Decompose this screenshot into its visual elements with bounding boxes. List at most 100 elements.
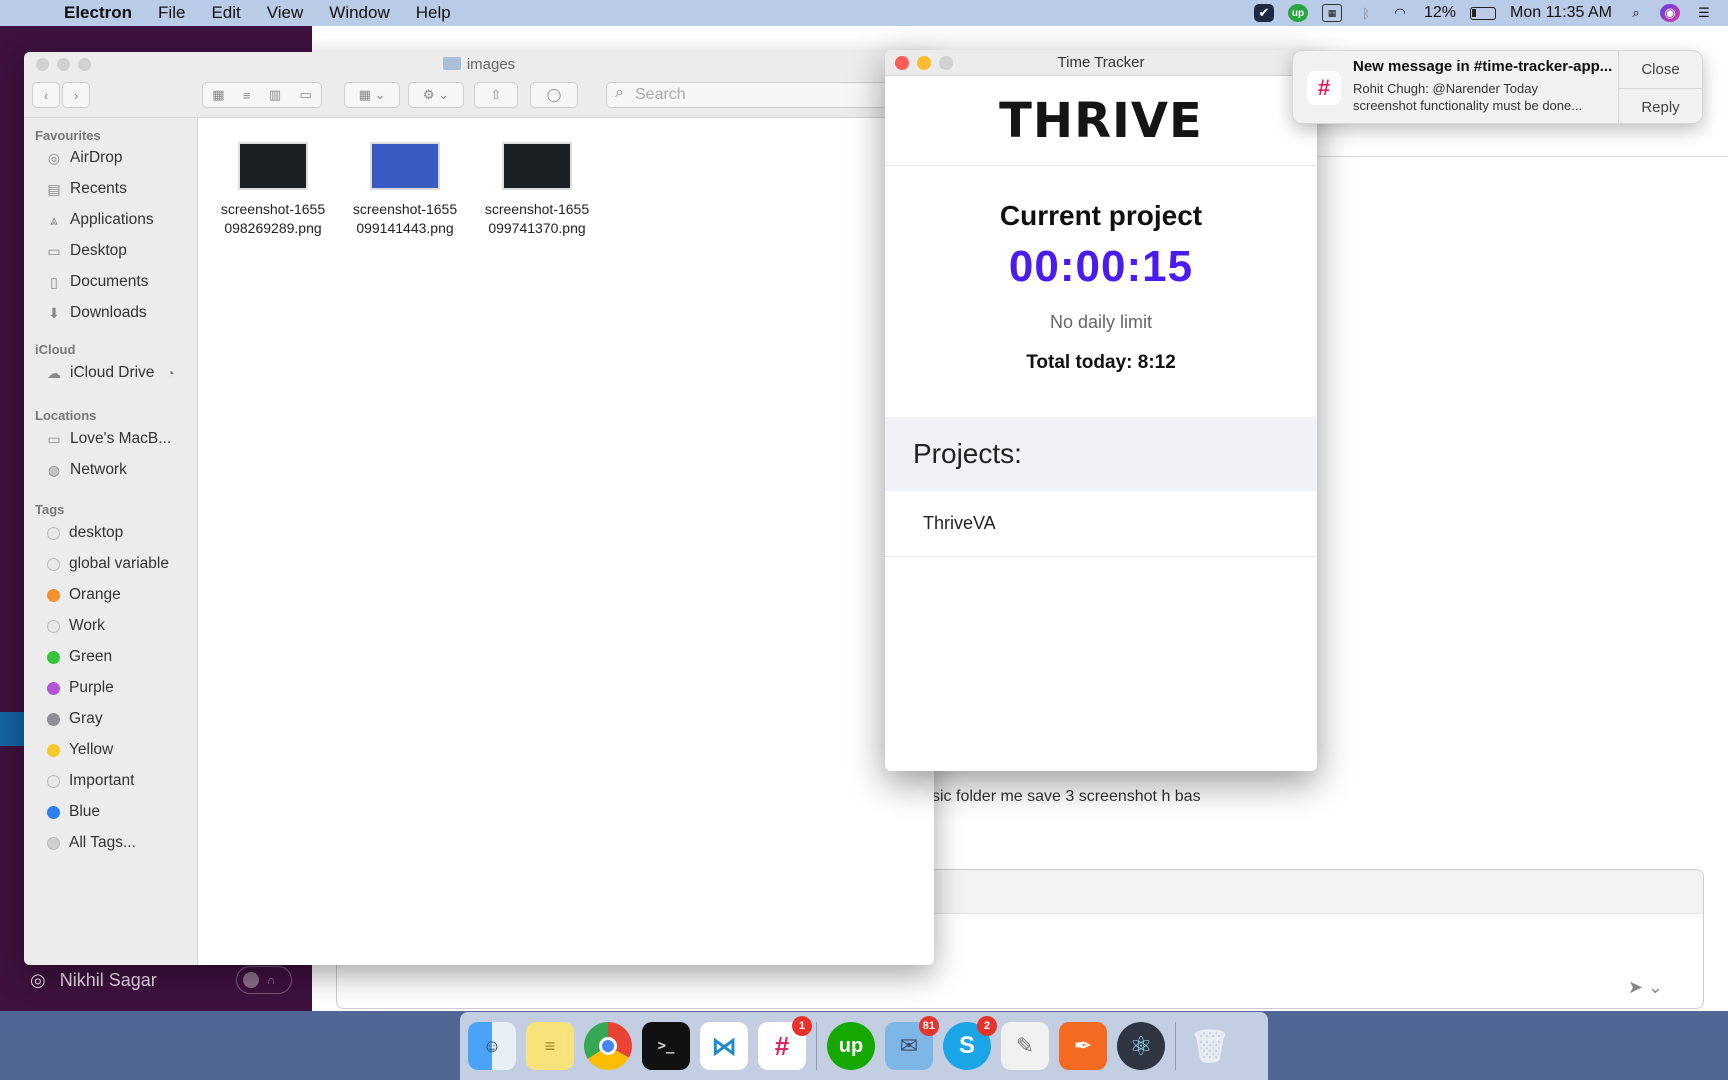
list-view-icon[interactable]: ≡ bbox=[243, 88, 251, 103]
forward-button[interactable]: › bbox=[62, 82, 90, 108]
trash-dock-icon[interactable]: 🗑 bbox=[1186, 1022, 1234, 1070]
notification-close-button[interactable]: Close bbox=[1619, 51, 1702, 88]
menu-file[interactable]: File bbox=[158, 3, 185, 23]
clock[interactable]: Mon 11:35 AM bbox=[1510, 4, 1612, 22]
sidebar-item-macbook[interactable]: ▭ Love's MacB... bbox=[44, 430, 171, 448]
sidebar-item-airdrop[interactable]: ◎ AirDrop bbox=[44, 149, 123, 167]
sidebar-tag-item[interactable]: desktop bbox=[44, 524, 123, 542]
chrome-dock-icon[interactable] bbox=[584, 1022, 632, 1070]
menu-window[interactable]: Window bbox=[329, 3, 389, 23]
sidebar-tag-item[interactable]: Purple bbox=[44, 679, 114, 697]
siri-icon[interactable]: ◉ bbox=[1660, 4, 1680, 22]
postman-dock-icon[interactable]: ✒ bbox=[1059, 1022, 1107, 1070]
sidebar-item-label: Love's MacB... bbox=[70, 430, 172, 447]
upwork-status-icon[interactable]: up bbox=[1287, 4, 1308, 22]
back-button[interactable]: ‹ bbox=[32, 82, 60, 108]
sync-progress-icon: ◔ bbox=[166, 365, 175, 381]
icon-view-icon[interactable]: ▦ bbox=[212, 87, 224, 103]
tag-color-icon bbox=[47, 619, 60, 633]
thrive-logo-text: THRIVE bbox=[999, 92, 1203, 149]
menu-app-name[interactable]: Electron bbox=[64, 3, 132, 23]
file-item[interactable]: screenshot-1655 098269289.png bbox=[208, 142, 338, 238]
slack-icon: # bbox=[1307, 71, 1341, 105]
finder-sidebar: Favourites ◎ AirDrop ▤ Recents ⩓ Applicatio… bbox=[24, 118, 198, 965]
section-icloud: iCloud bbox=[35, 342, 76, 357]
menu-help[interactable]: Help bbox=[416, 3, 451, 23]
sidebar-item-network[interactable]: ◍ Network bbox=[44, 461, 127, 479]
menu-view[interactable]: View bbox=[267, 3, 304, 23]
send-icon[interactable]: ➤ ⌄ bbox=[1628, 977, 1663, 998]
group-by-button[interactable]: ▦ ⌄ bbox=[344, 82, 400, 108]
section-favourites: Favourites bbox=[35, 128, 101, 143]
sidebar-tag-item[interactable]: Yellow bbox=[44, 741, 113, 759]
sidebar-item-recents[interactable]: ▤ Recents bbox=[44, 180, 127, 198]
tag-icon[interactable]: ◯ bbox=[530, 82, 578, 108]
minimize-window-button[interactable] bbox=[917, 56, 931, 70]
mail-badge: 81 bbox=[918, 1016, 939, 1036]
notes-dock-icon[interactable]: ≡ bbox=[526, 1022, 574, 1070]
tag-color-icon bbox=[47, 681, 60, 695]
sidebar-selection-indicator bbox=[0, 712, 24, 746]
sidebar-item-documents[interactable]: ▯ Documents bbox=[44, 273, 148, 291]
sidebar-item-label: Downloads bbox=[70, 304, 147, 321]
sidebar-tag-item[interactable]: Gray bbox=[44, 710, 103, 728]
sidebar-item-downloads[interactable]: ⬇ Downloads bbox=[44, 304, 147, 322]
sidebar-tag-item[interactable]: Important bbox=[44, 772, 134, 790]
gallery-view-icon[interactable]: ▭ bbox=[300, 87, 312, 103]
bluetooth-icon[interactable]: ᛒ bbox=[1356, 4, 1376, 22]
sidebar-item-desktop[interactable]: ▭ Desktop bbox=[44, 242, 127, 260]
tracker-window-controls bbox=[895, 56, 953, 70]
sidebar-tag-label: Work bbox=[69, 617, 105, 634]
calendar-status-icon[interactable]: ▦ bbox=[1321, 4, 1342, 22]
mail-dock-icon[interactable]: ✉ 81 bbox=[885, 1016, 939, 1070]
slack-user[interactable]: ◎ Nikhil Sagar bbox=[30, 970, 157, 991]
sidebar-tag-item[interactable]: Green bbox=[44, 648, 112, 666]
control-center-icon[interactable]: ☰ bbox=[1694, 4, 1714, 22]
finder-dock-icon[interactable]: ☺ bbox=[468, 1022, 516, 1070]
battery-icon[interactable] bbox=[1470, 6, 1497, 20]
file-item[interactable]: screenshot-1655 099741370.png bbox=[472, 142, 602, 238]
finder-file-area: screenshot-1655 098269289.png screenshot… bbox=[198, 118, 934, 965]
sidebar-item-label: Applications bbox=[70, 211, 154, 228]
terminal-dock-icon[interactable]: >_ bbox=[642, 1022, 690, 1070]
projects-header: Projects: bbox=[885, 417, 1317, 491]
textedit-dock-icon[interactable]: ✎ bbox=[1001, 1022, 1049, 1070]
sidebar-item-label: AirDrop bbox=[70, 149, 123, 166]
slack-notification[interactable]: # New message in #time-tracker-app... Ro… bbox=[1292, 50, 1703, 124]
close-window-button[interactable] bbox=[895, 56, 909, 70]
documents-icon: ▯ bbox=[50, 273, 58, 290]
share-icon[interactable]: ⇧ bbox=[474, 82, 518, 108]
column-view-icon[interactable]: ▥ bbox=[269, 87, 281, 103]
sidebar-tag-label: Gray bbox=[69, 710, 103, 727]
tag-color-icon bbox=[47, 712, 60, 726]
project-row-thriveva[interactable]: ThriveVA bbox=[885, 491, 1317, 557]
notification-reply-button[interactable]: Reply bbox=[1619, 88, 1702, 123]
image-thumbnail bbox=[502, 142, 572, 190]
wifi-icon[interactable]: ◠ bbox=[1390, 4, 1410, 22]
slack-dock-icon[interactable]: #1 bbox=[758, 1016, 812, 1070]
upwork-dock-icon[interactable]: up bbox=[827, 1022, 875, 1070]
electron-dock-icon[interactable]: ⚛ bbox=[1117, 1022, 1165, 1070]
vscode-dock-icon[interactable]: ⋈ bbox=[700, 1022, 748, 1070]
sidebar-tag-item[interactable]: Blue bbox=[44, 803, 100, 821]
menu-extras: ✔ up ▦ ᛒ ◠ 12% Mon 11:35 AM ⌕ ◉ ☰ bbox=[1253, 0, 1714, 26]
zoom-window-button[interactable] bbox=[939, 56, 953, 70]
sidebar-item-applications[interactable]: ⩓ Applications bbox=[44, 211, 154, 229]
huddle-toggle[interactable]: ∩ bbox=[236, 966, 292, 994]
sidebar-item-icloud-drive[interactable]: ☁ iCloud Drive ◔ bbox=[44, 364, 180, 382]
spotlight-search-icon[interactable]: ⌕ bbox=[1626, 4, 1646, 22]
sidebar-tag-item[interactable]: Orange bbox=[44, 586, 121, 604]
airdrop-icon: ◎ bbox=[47, 149, 61, 166]
action-gear-icon[interactable]: ⚙ ⌄ bbox=[408, 82, 464, 108]
file-item[interactable]: screenshot-1655 099141443.png bbox=[340, 142, 470, 238]
sidebar-tag-item[interactable]: Work bbox=[44, 617, 105, 635]
sidebar-tag-item[interactable]: All Tags... bbox=[44, 834, 136, 852]
slack-user-name: Nikhil Sagar bbox=[59, 970, 157, 990]
checkmark-status-icon[interactable]: ✔ bbox=[1253, 4, 1274, 22]
file-name-line1: screenshot-1655 bbox=[220, 201, 326, 217]
notification-actions: Close Reply bbox=[1618, 51, 1702, 123]
section-locations: Locations bbox=[35, 408, 97, 423]
menu-edit[interactable]: Edit bbox=[211, 3, 240, 23]
sidebar-tag-item[interactable]: global variable bbox=[44, 555, 169, 573]
skype-dock-icon[interactable]: S2 bbox=[943, 1016, 997, 1070]
